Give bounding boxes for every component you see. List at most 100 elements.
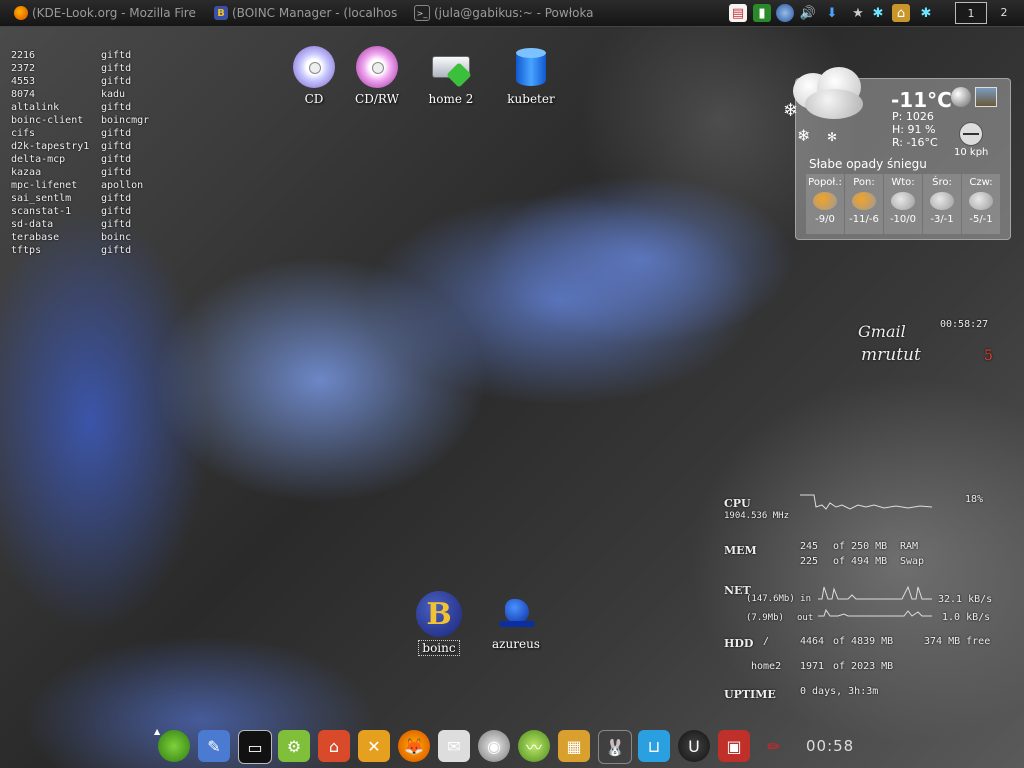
process-row: cifs giftd (11, 127, 149, 140)
amarok-icon[interactable]: 〰 (518, 730, 550, 762)
forecast-day: Czw: -5/-1 (962, 174, 1000, 234)
hdd-home-total: of 2023 MB (833, 661, 894, 672)
cdrw-icon (356, 46, 398, 88)
home-icon[interactable]: ⌂ (892, 4, 910, 22)
taskbar-item-firefox[interactable]: (KDE-Look.org - Mozilla Fire (14, 3, 202, 23)
weather-temperature: -11°C (891, 88, 952, 112)
process-name: giftd (101, 193, 132, 204)
cd-icon (293, 46, 335, 88)
process-port: boinc-client (11, 115, 84, 126)
weather-widget[interactable]: ❄ ❄ ✻ -11°C P: 1026 H: 91 % R: -16°C 10 … (781, 67, 1011, 240)
ut-icon[interactable]: U (678, 730, 710, 762)
process-name: giftd (101, 219, 132, 230)
star-icon[interactable]: ★ (849, 4, 867, 22)
pen-icon[interactable]: ✏ (758, 730, 790, 762)
process-name: giftd (101, 154, 132, 165)
net-in-total: (147.6Mb) in (746, 594, 812, 604)
uptime-value: 0 days, 3h:3m (800, 686, 879, 697)
desktop-icon-cd[interactable]: CD (279, 46, 349, 106)
launcher-arrow-icon[interactable]: ▲ (154, 727, 160, 736)
globe-icon[interactable] (951, 87, 971, 107)
taskbar-item-boinc[interactable]: B (BOINC Manager - (localhos (214, 3, 404, 23)
process-port: kazaa (11, 167, 42, 178)
process-row: 2372 giftd (11, 62, 149, 75)
rabbit-icon[interactable]: 🐰 (598, 730, 632, 764)
hdd-home-mount: home2 (751, 661, 782, 672)
process-name: giftd (101, 76, 132, 87)
pager-desktop-1[interactable]: 1 (955, 2, 987, 24)
process-name: giftd (101, 167, 132, 178)
process-name: kadu (101, 89, 126, 100)
kde-look-icon[interactable]: ▤ (729, 4, 747, 22)
process-row: d2k-tapestry1 giftd (11, 140, 149, 153)
desktop-icon-cdrw[interactable]: CD/RW (342, 46, 412, 106)
forecast-weather-icon (813, 192, 837, 210)
konsole-icon[interactable]: ▭ (238, 730, 272, 764)
forecast-temp: -5/-1 (969, 214, 993, 225)
kcontrol-icon[interactable]: ⚙ (278, 730, 310, 762)
clock[interactable]: 00:58 (806, 737, 854, 755)
database-icon (510, 46, 552, 88)
desktop-icon-kubeter[interactable]: kubeter (496, 46, 566, 106)
map-thumbnail-icon[interactable] (975, 87, 997, 107)
webcam-icon[interactable]: ◉ (478, 730, 510, 762)
process-port: scanstat-1 (11, 206, 72, 217)
forecast-weather-icon (969, 192, 993, 210)
snowflake2-icon[interactable]: ✱ (917, 4, 935, 22)
kwrite-icon[interactable]: ✎ (198, 730, 230, 762)
cpu-percent: 18% (965, 494, 984, 505)
weather-wind: 10 kph (954, 147, 989, 158)
top-panel: (KDE-Look.org - Mozilla Fire B (BOINC Ma… (0, 0, 1024, 27)
process-name: apollon (101, 180, 144, 191)
process-row: 8074 kadu (11, 88, 149, 101)
process-row: terabase boinc (11, 231, 149, 244)
forecast-day: Pon: -11/-6 (845, 174, 883, 234)
process-port: delta-mcp (11, 154, 66, 165)
desktop-icon-label: boinc (418, 640, 460, 656)
network-icon[interactable] (776, 4, 794, 22)
pager-desktop-2[interactable]: 2 (989, 2, 1019, 22)
snowflake-icon: ❄ (797, 126, 811, 145)
desktop-icon-label: CD (304, 92, 324, 106)
process-list: 2216 giftd 2372 giftd 4553 giftd 8074 kadu altal… (11, 49, 149, 257)
hdd-root-used: 4464 (800, 636, 825, 647)
forecast-day: Popoł.: -9/0 (806, 174, 844, 234)
battery-icon[interactable]: ▮ (753, 4, 771, 22)
opensuse-icon[interactable] (158, 730, 190, 762)
desktop-icon-boinc[interactable]: B boinc (404, 591, 474, 656)
weather-description: Słabe opady śniegu (809, 157, 927, 171)
volume-icon[interactable]: 🔊 (799, 4, 817, 22)
k3b-icon[interactable]: ⊔ (638, 730, 670, 762)
process-row: sd-data giftd (11, 218, 149, 231)
snowflake-icon[interactable]: ✱ (869, 4, 887, 22)
kmail-icon[interactable]: ✉ (438, 730, 470, 762)
forecast-day-label: Śro: (932, 177, 952, 188)
desktop-icon-home2[interactable]: home 2 (416, 46, 486, 106)
ram-total: of 250 MB (833, 541, 888, 552)
swap-used: 225 (800, 556, 819, 567)
archive-icon[interactable]: ▦ (558, 730, 590, 762)
process-name: boincmgr (101, 115, 150, 126)
process-port: sd-data (11, 219, 54, 230)
forecast-day: Wto: -10/0 (884, 174, 922, 234)
wind-dial-icon (959, 122, 983, 146)
kmix-icon[interactable]: ✕ (358, 730, 390, 762)
gmail-title[interactable]: Gmail (858, 322, 906, 341)
process-port: cifs (11, 128, 36, 139)
taskbar-item-terminal[interactable]: >_ (jula@gabikus:~ - Powłoka (414, 3, 604, 23)
firefox-icon (14, 6, 28, 20)
firefox-icon[interactable]: 🦊 (398, 730, 430, 762)
net-in-graph (818, 585, 932, 600)
download-icon[interactable]: ⬇ (823, 4, 841, 22)
process-port: altalink (11, 102, 60, 113)
home-folder-icon[interactable]: ⌂ (318, 730, 350, 762)
uptime-label: UPTIME (724, 688, 776, 701)
desktop-icon-azureus[interactable]: azureus (481, 591, 551, 651)
desktop-icon-label: CD/RW (355, 92, 399, 106)
gmail-time: 00:58:27 (940, 319, 989, 330)
terminal-icon: >_ (414, 5, 430, 21)
weather-pressure: P: 1026 (892, 110, 934, 123)
cube-icon[interactable]: ▣ (718, 730, 750, 762)
forecast-weather-icon (930, 192, 954, 210)
snowflake-icon: ❄ (783, 100, 799, 121)
